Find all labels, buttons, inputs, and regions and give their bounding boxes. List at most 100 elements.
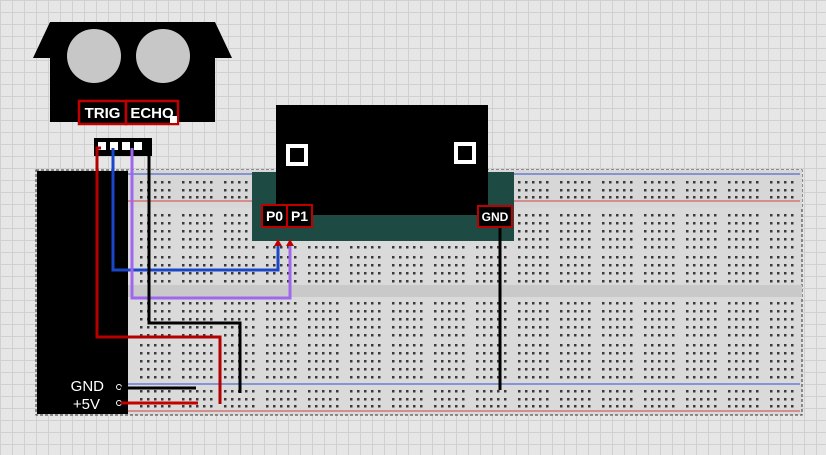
breadboard-hole — [749, 334, 752, 337]
breadboard-hole — [182, 398, 185, 401]
breadboard-hole — [476, 318, 479, 321]
breadboard-hole — [294, 264, 297, 267]
breadboard-hole — [210, 264, 213, 267]
breadboard-hole — [273, 326, 276, 329]
breadboard-hole — [546, 352, 549, 355]
breadboard-hole — [350, 310, 353, 313]
breadboard-hole — [602, 334, 605, 337]
breadboard-hole — [224, 302, 227, 305]
breadboard-hole — [616, 181, 619, 184]
breadboard-hole — [567, 196, 570, 199]
breadboard-hole — [315, 326, 318, 329]
breadboard-hole — [203, 398, 206, 401]
breadboard-hole — [630, 405, 633, 408]
breadboard-hole — [329, 256, 332, 259]
breadboard-hole — [623, 280, 626, 283]
breadboard-hole — [644, 368, 647, 371]
breadboard-hole — [161, 302, 164, 305]
breadboard-hole — [742, 390, 745, 393]
breadboard-hole — [455, 360, 458, 363]
breadboard-hole — [294, 256, 297, 259]
breadboard-hole — [476, 272, 479, 275]
breadboard-hole — [476, 405, 479, 408]
breadboard-hole — [350, 318, 353, 321]
breadboard-hole — [189, 246, 192, 249]
breadboard-hole — [462, 280, 465, 283]
breadboard-hole — [539, 390, 542, 393]
breadboard-hole — [546, 302, 549, 305]
breadboard-hole — [287, 405, 290, 408]
breadboard-hole — [651, 181, 654, 184]
breadboard-hole — [630, 398, 633, 401]
breadboard-hole — [630, 310, 633, 313]
breadboard-hole — [210, 189, 213, 192]
breadboard-hole — [161, 181, 164, 184]
breadboard-hole — [329, 344, 332, 347]
breadboard-hole — [749, 344, 752, 347]
breadboard-hole — [630, 196, 633, 199]
breadboard-hole — [623, 368, 626, 371]
breadboard-hole — [623, 360, 626, 363]
breadboard-hole — [581, 196, 584, 199]
breadboard-hole — [574, 264, 577, 267]
breadboard-hole — [161, 189, 164, 192]
breadboard-hole — [532, 352, 535, 355]
breadboard-hole — [609, 398, 612, 401]
breadboard-hole — [518, 368, 521, 371]
breadboard-hole — [168, 256, 171, 259]
breadboard-hole — [455, 302, 458, 305]
breadboard-hole — [357, 360, 360, 363]
breadboard-hole — [770, 368, 773, 371]
breadboard-hole — [434, 246, 437, 249]
breadboard-hole — [707, 256, 710, 259]
breadboard-hole — [539, 272, 542, 275]
breadboard-hole — [315, 360, 318, 363]
breadboard-hole — [441, 280, 444, 283]
breadboard-hole — [756, 302, 759, 305]
breadboard-hole — [231, 334, 234, 337]
breadboard-hole — [245, 280, 248, 283]
breadboard-hole — [266, 376, 269, 379]
breadboard-hole — [791, 405, 794, 408]
breadboard-hole — [532, 302, 535, 305]
breadboard-hole — [644, 256, 647, 259]
breadboard-hole — [581, 264, 584, 267]
breadboard-hole — [560, 318, 563, 321]
breadboard-hole — [567, 318, 570, 321]
breadboard-hole — [140, 398, 143, 401]
sensor-transducer-left — [67, 29, 121, 83]
breadboard-hole — [196, 326, 199, 329]
breadboard-hole — [770, 280, 773, 283]
breadboard-hole — [546, 264, 549, 267]
breadboard-hole — [742, 246, 745, 249]
breadboard-hole — [700, 246, 703, 249]
breadboard-hole — [189, 302, 192, 305]
breadboard-hole — [707, 398, 710, 401]
breadboard-hole — [462, 376, 465, 379]
breadboard-hole — [700, 368, 703, 371]
breadboard-hole — [665, 334, 668, 337]
breadboard-hole — [168, 326, 171, 329]
breadboard-hole — [140, 246, 143, 249]
breadboard-hole — [581, 318, 584, 321]
breadboard-hole — [329, 310, 332, 313]
breadboard-hole — [546, 189, 549, 192]
breadboard-hole — [560, 360, 563, 363]
breadboard-hole — [644, 360, 647, 363]
breadboard-hole — [483, 334, 486, 337]
breadboard-hole — [378, 390, 381, 393]
breadboard-hole — [238, 196, 241, 199]
breadboard-hole — [644, 352, 647, 355]
breadboard-hole — [574, 376, 577, 379]
breadboard-hole — [546, 360, 549, 363]
breadboard-hole — [616, 344, 619, 347]
breadboard-hole — [231, 280, 234, 283]
breadboard-hole — [294, 334, 297, 337]
breadboard-hole — [154, 181, 157, 184]
ultrasonic-sensor: TRIG ECHO — [33, 22, 232, 156]
breadboard-hole — [231, 326, 234, 329]
breadboard-hole — [567, 360, 570, 363]
breadboard-hole — [392, 334, 395, 337]
breadboard-hole — [399, 318, 402, 321]
breadboard-hole — [245, 318, 248, 321]
